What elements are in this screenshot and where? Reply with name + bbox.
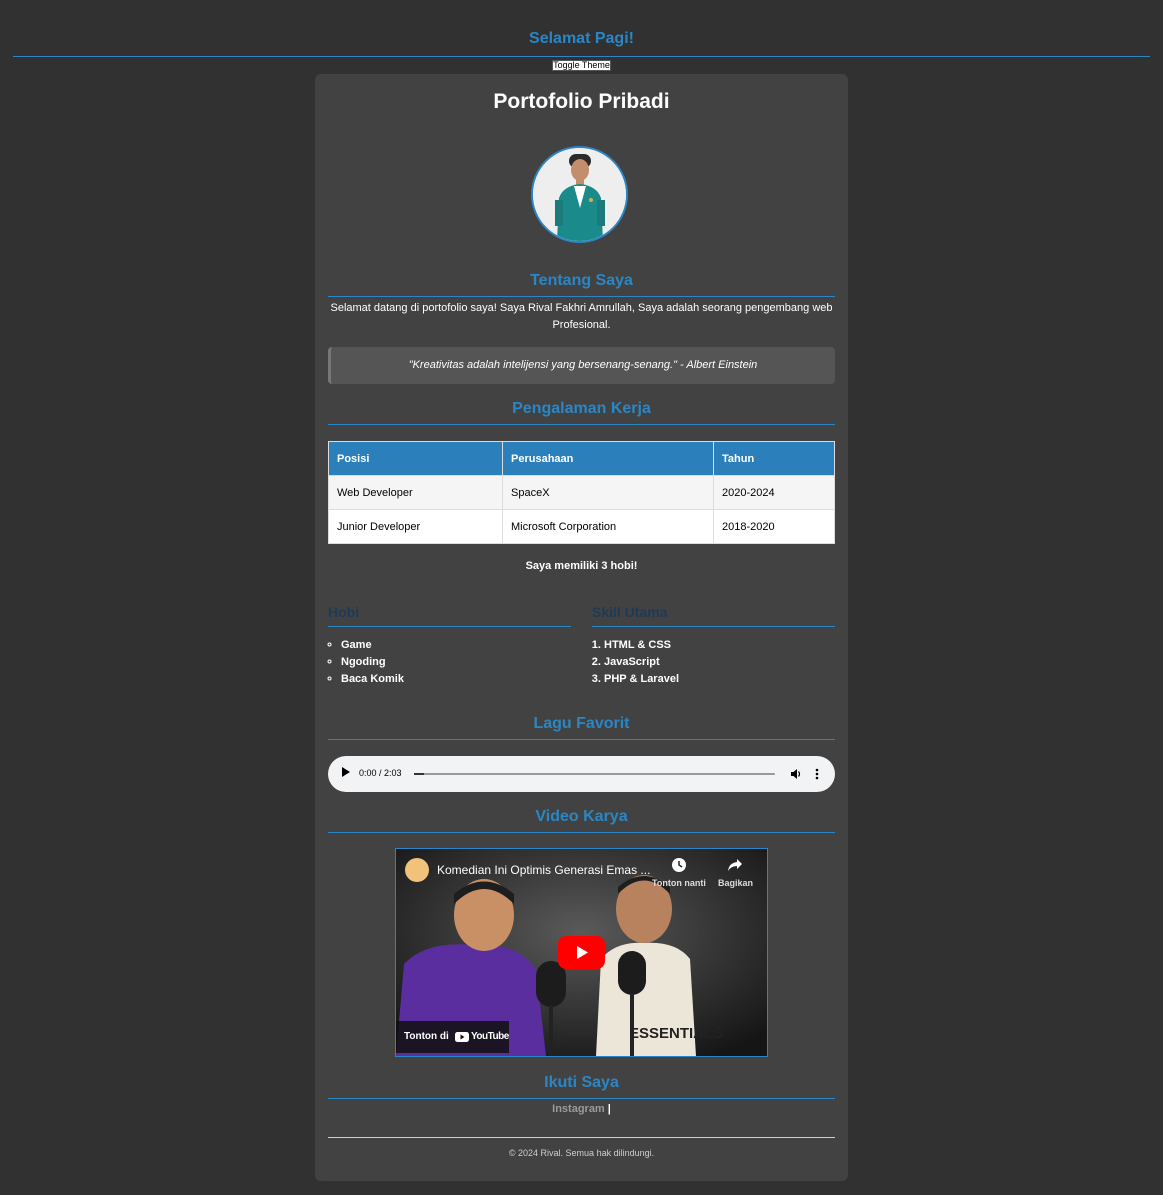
toggle-theme-button[interactable]: Toggle Theme [552, 60, 611, 71]
play-button-icon[interactable] [558, 936, 605, 969]
video-heading: Video Karya [328, 808, 835, 833]
skills-heading: Skill Utama [592, 604, 835, 627]
hoodie-text: ESSENTIALS [629, 1025, 724, 1042]
youtube-wordmark: YouTube [471, 1031, 509, 1042]
column-header-year: Tahun [713, 441, 835, 476]
audio-player[interactable]: 0:00 / 2:03 [328, 756, 835, 792]
cell-year: 2018-2020 [713, 509, 835, 544]
skills-column: Skill Utama HTML & CSS JavaScript PHP & … [592, 604, 835, 688]
footer-text: © 2024 Rival. Semua hak dilindungi. [508, 1148, 655, 1158]
watch-later-label[interactable]: Tonton nanti [652, 878, 706, 888]
share-icon[interactable] [727, 858, 743, 872]
social-links: Instagram | [315, 1103, 848, 1115]
skills-list: HTML & CSS JavaScript PHP & Laravel [592, 637, 835, 688]
cell-position: Web Developer [328, 475, 503, 510]
about-text: Selamat datang di portofolio saya! Saya … [330, 302, 833, 331]
hobby-count-text: Saya memiliki 3 hobi! [525, 560, 638, 572]
video-embed[interactable]: ESSENTIALS Komedian Ini Optimis Generasi… [395, 848, 768, 1057]
greeting-heading: Selamat Pagi! [13, 27, 1150, 57]
share-label[interactable]: Bagikan [718, 878, 753, 888]
about-heading: Tentang Saya [328, 272, 835, 297]
experience-table: Posisi Perusahaan Tahun Web Developer Sp… [328, 441, 835, 544]
link-separator: | [607, 1103, 611, 1115]
table-row: Junior Developer Microsoft Corporation 2… [328, 509, 835, 544]
person-photo [533, 148, 626, 241]
cell-position: Junior Developer [328, 509, 503, 544]
cell-company: SpaceX [502, 475, 714, 510]
hobbies-list: Game Ngoding Baca Komik [328, 637, 571, 688]
hobbies-heading: Hobi [328, 604, 571, 627]
channel-avatar[interactable] [405, 858, 429, 882]
video-title[interactable]: Komedian Ini Optimis Generasi Emas ... [437, 863, 650, 877]
list-item: HTML & CSS [604, 637, 835, 654]
column-header-position: Posisi [328, 441, 503, 476]
experience-heading: Pengalaman Kerja [328, 400, 835, 425]
audio-progress-fill [414, 773, 424, 775]
play-icon[interactable] [342, 767, 350, 777]
volume-icon[interactable] [790, 768, 802, 780]
cell-company: Microsoft Corporation [502, 509, 714, 544]
social-heading: Ikuti Saya [328, 1074, 835, 1099]
clock-icon[interactable] [671, 857, 687, 873]
avatar [531, 146, 628, 243]
audio-time: 0:00 / 2:03 [359, 768, 402, 778]
portfolio-card: Portofolio Pribadi Tentang Saya Selamat … [315, 74, 848, 1181]
footer-divider [328, 1137, 835, 1138]
youtube-logo-icon [455, 1032, 469, 1042]
list-item: Ngoding [341, 654, 571, 671]
watch-on-label: Tonton di [404, 1031, 449, 1042]
table-row: Web Developer SpaceX 2020-2024 [328, 475, 835, 510]
hobbies-column: Hobi Game Ngoding Baca Komik [328, 604, 571, 688]
table-header-row: Posisi Perusahaan Tahun [328, 441, 835, 476]
list-item: PHP & Laravel [604, 671, 835, 688]
audio-progress-track[interactable] [414, 773, 775, 775]
music-heading: Lagu Favorit [328, 715, 835, 740]
page-title: Portofolio Pribadi [493, 90, 670, 113]
list-item: Game [341, 637, 571, 654]
watch-on-youtube-link[interactable]: Tonton di YouTube [396, 1021, 509, 1053]
cell-year: 2020-2024 [713, 475, 835, 510]
column-header-company: Perusahaan [502, 441, 714, 476]
list-item: JavaScript [604, 654, 835, 671]
instagram-link[interactable]: Instagram [552, 1103, 605, 1115]
quote-block: "Kreativitas adalah intelijensi yang ber… [328, 347, 835, 384]
more-options-icon[interactable] [815, 768, 819, 780]
list-item: Baca Komik [341, 671, 571, 688]
